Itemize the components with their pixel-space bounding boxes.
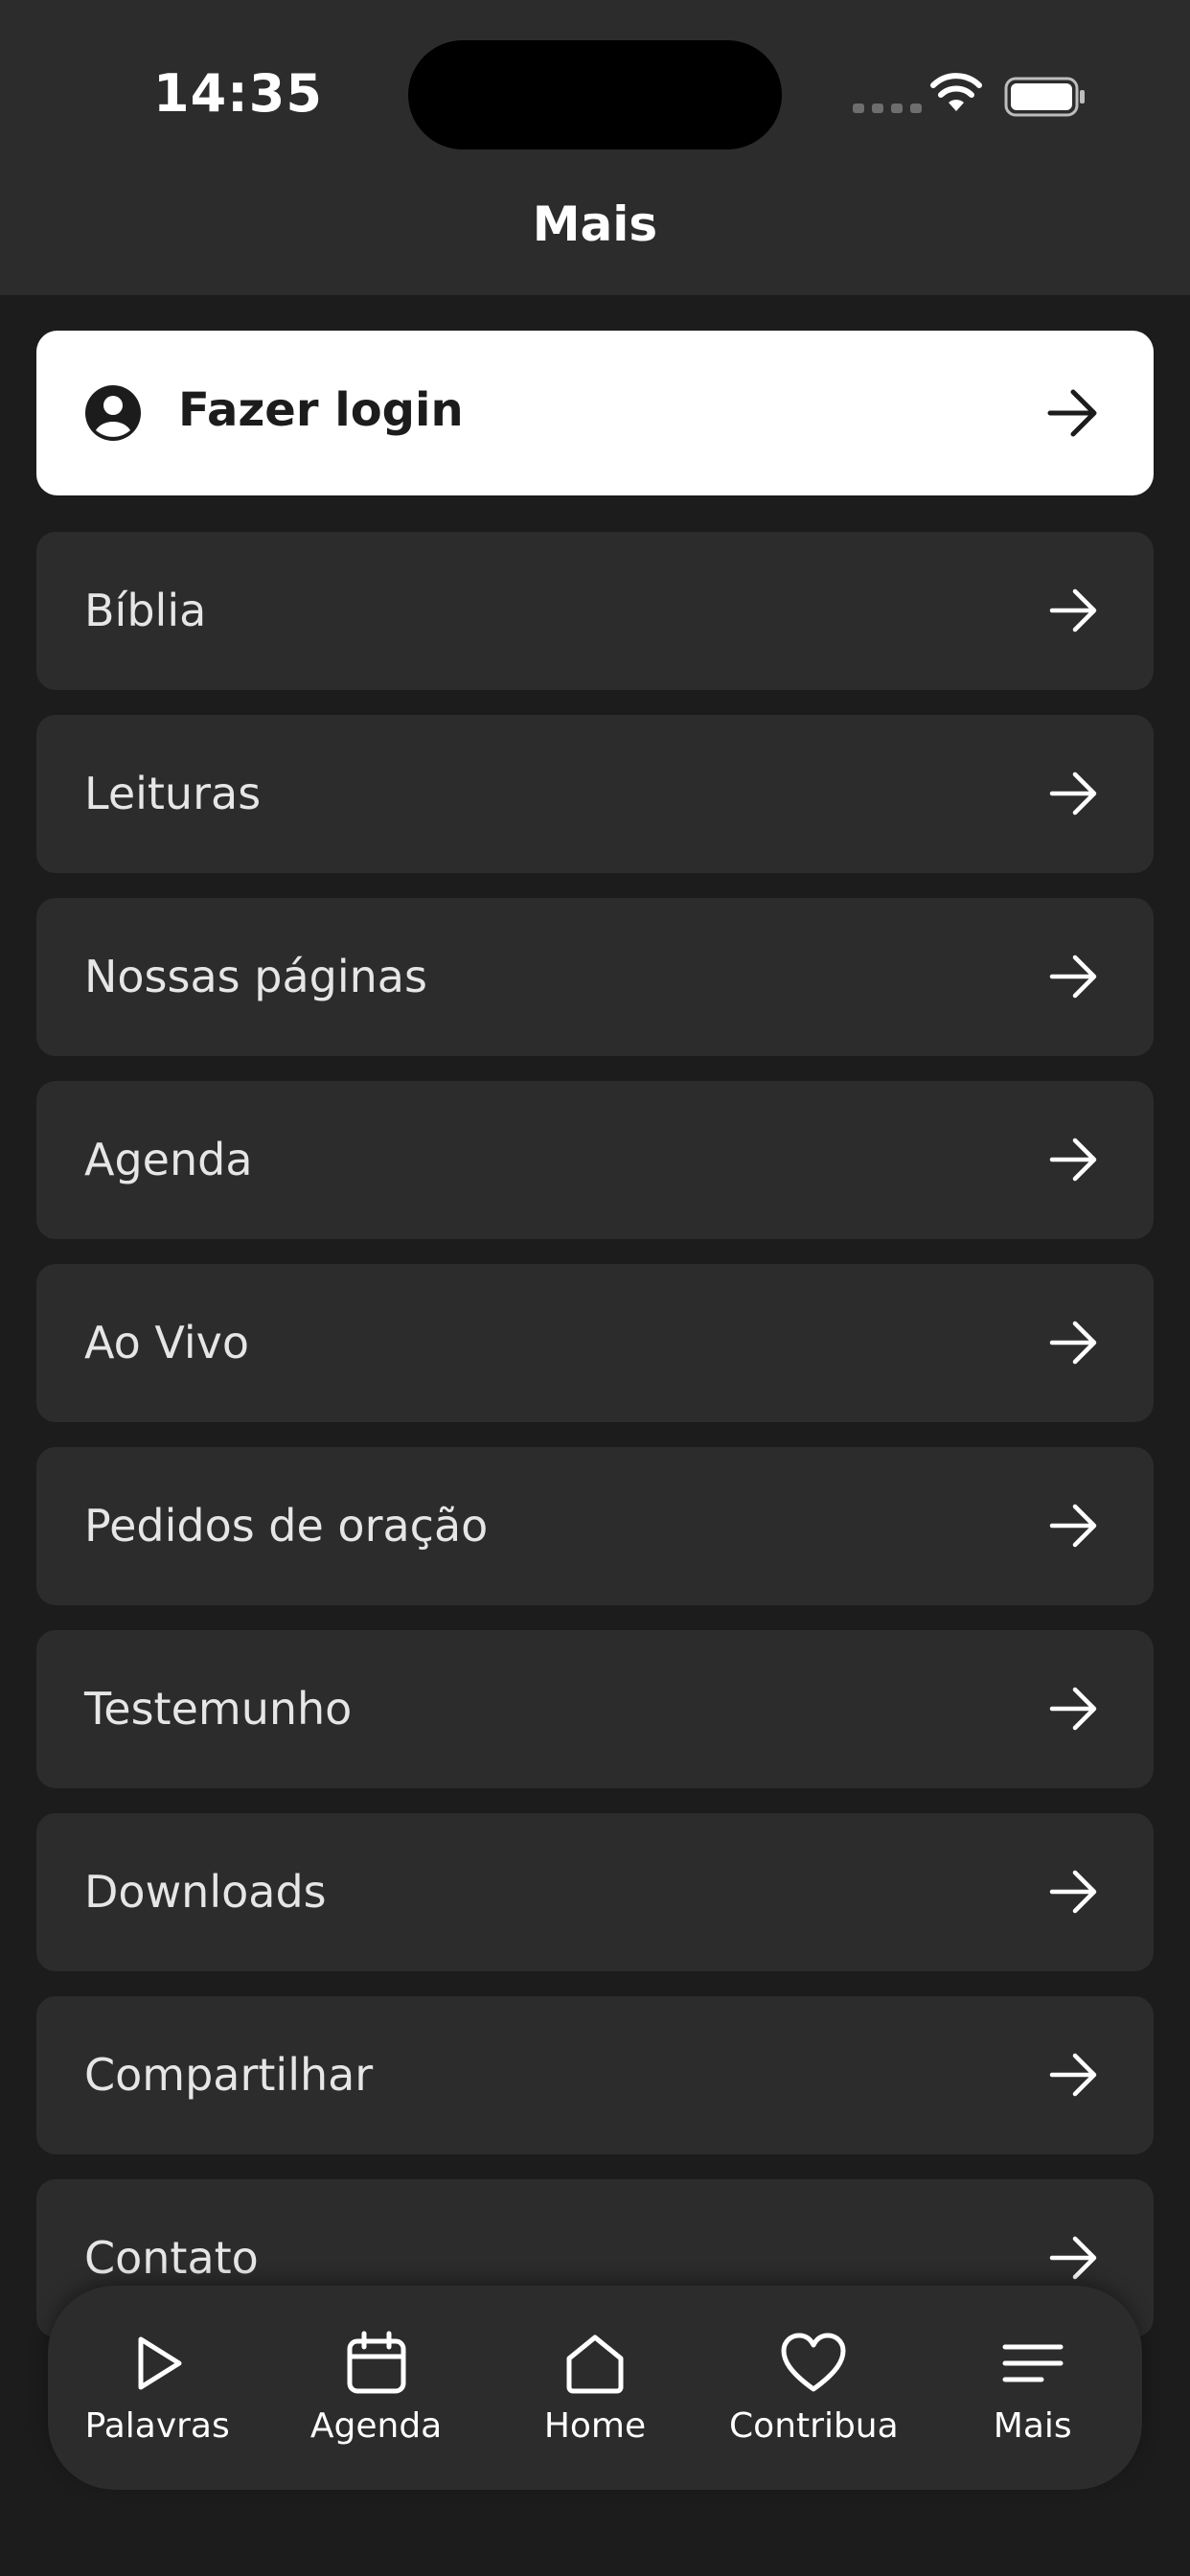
arrow-right-icon bbox=[1049, 588, 1097, 632]
login-button[interactable]: Fazer login bbox=[36, 331, 1154, 495]
status-time: 14:35 bbox=[153, 63, 323, 124]
login-label: Fazer login bbox=[178, 383, 464, 437]
menu-item-biblia[interactable]: Bíblia bbox=[36, 532, 1154, 690]
menu-item-label: Bíblia bbox=[84, 585, 207, 636]
tab-home[interactable]: Home bbox=[499, 2330, 691, 2446]
menu-icon bbox=[1002, 2344, 1064, 2382]
arrow-right-icon bbox=[1049, 1138, 1097, 1182]
menu-list: Fazer login Bíblia Leituras Nossas págin… bbox=[36, 331, 1154, 2362]
menu-item-leituras[interactable]: Leituras bbox=[36, 715, 1154, 873]
wifi-icon bbox=[930, 73, 982, 111]
tab-label: Agenda bbox=[309, 2406, 443, 2446]
arrow-right-icon bbox=[1049, 1321, 1097, 1365]
tab-label: Palavras bbox=[84, 2406, 230, 2446]
arrow-right-icon bbox=[1049, 2053, 1097, 2097]
menu-item-nossas-paginas[interactable]: Nossas páginas bbox=[36, 898, 1154, 1056]
tab-contribua[interactable]: Contribua bbox=[718, 2330, 909, 2446]
menu-item-agenda[interactable]: Agenda bbox=[36, 1081, 1154, 1239]
user-circle-icon bbox=[85, 385, 141, 441]
tab-agenda[interactable]: Agenda bbox=[281, 2330, 472, 2446]
tab-mais[interactable]: Mais bbox=[937, 2330, 1129, 2446]
arrow-right-icon bbox=[1047, 389, 1097, 437]
menu-item-label: Leituras bbox=[84, 768, 262, 819]
battery-icon bbox=[1004, 77, 1085, 117]
arrow-right-icon bbox=[1049, 954, 1097, 999]
tab-label: Contribua bbox=[729, 2406, 899, 2446]
cellular-signal-icon bbox=[853, 104, 922, 113]
arrow-right-icon bbox=[1049, 771, 1097, 816]
tab-bar: Palavras Agenda Home Contribua Mais bbox=[48, 2286, 1142, 2490]
menu-item-testemunho[interactable]: Testemunho bbox=[36, 1630, 1154, 1788]
menu-item-pedidos-de-oracao[interactable]: Pedidos de oração bbox=[36, 1447, 1154, 1605]
calendar-icon bbox=[347, 2331, 406, 2394]
menu-item-compartilhar[interactable]: Compartilhar bbox=[36, 1996, 1154, 2154]
menu-item-label: Agenda bbox=[84, 1134, 253, 1185]
dynamic-island bbox=[408, 40, 782, 150]
menu-item-label: Downloads bbox=[84, 1866, 327, 1918]
menu-item-label: Compartilhar bbox=[84, 2049, 374, 2101]
nav-header: Mais bbox=[0, 177, 1190, 295]
arrow-right-icon bbox=[1049, 1870, 1097, 1914]
play-icon bbox=[138, 2336, 182, 2390]
menu-item-label: Testemunho bbox=[84, 1683, 353, 1735]
menu-item-label: Nossas páginas bbox=[84, 951, 427, 1002]
tab-palavras[interactable]: Palavras bbox=[61, 2330, 253, 2446]
arrow-right-icon bbox=[1049, 2236, 1097, 2280]
menu-item-label: Pedidos de oração bbox=[84, 1500, 489, 1552]
menu-item-ao-vivo[interactable]: Ao Vivo bbox=[36, 1264, 1154, 1422]
tab-label: Home bbox=[543, 2406, 647, 2446]
arrow-right-icon bbox=[1049, 1504, 1097, 1548]
heart-icon bbox=[781, 2333, 846, 2392]
menu-item-downloads[interactable]: Downloads bbox=[36, 1813, 1154, 1971]
menu-item-label: Ao Vivo bbox=[84, 1317, 250, 1368]
arrow-right-icon bbox=[1049, 1687, 1097, 1731]
status-bar: 14:35 bbox=[0, 0, 1190, 177]
home-icon bbox=[566, 2334, 624, 2394]
tab-label: Mais bbox=[993, 2406, 1072, 2446]
page-title: Mais bbox=[532, 196, 658, 252]
menu-item-label: Contato bbox=[84, 2232, 259, 2284]
